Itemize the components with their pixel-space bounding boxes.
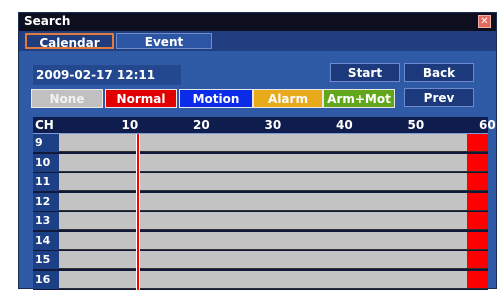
tab-bar: Calendar Event: [19, 31, 496, 51]
timeline-header: CH 10 20 30 40 50 60: [33, 117, 496, 134]
channel-label: 11: [33, 173, 59, 191]
prev-button[interactable]: Prev: [404, 88, 474, 107]
date-time-display: 2009-02-17 12:11: [33, 65, 181, 85]
channel-label: 10: [33, 153, 59, 172]
timeline-row[interactable]: 15: [33, 251, 488, 269]
tick-label: 10: [121, 118, 139, 132]
tab-calendar[interactable]: Calendar: [25, 33, 114, 50]
legend-arm-mot: Arm+Mot: [323, 89, 395, 108]
channel-timeline-bar[interactable]: [59, 270, 488, 289]
legend-none: None: [31, 89, 103, 108]
timeline-row[interactable]: 11: [33, 173, 488, 191]
timeline-row[interactable]: 10: [33, 153, 488, 172]
window-title: Search: [24, 14, 71, 28]
timeline-row[interactable]: 14: [33, 231, 488, 250]
channel-timeline-bar[interactable]: [59, 251, 488, 269]
timeline-row[interactable]: 12: [33, 192, 488, 211]
timeline-row[interactable]: 16: [33, 270, 488, 289]
start-button[interactable]: Start: [330, 63, 400, 82]
tick-label: 30: [264, 118, 282, 132]
recording-segment[interactable]: [466, 251, 488, 269]
legend-alarm: Alarm: [253, 89, 323, 108]
channel-timeline-bar[interactable]: [59, 192, 488, 211]
legend-motion: Motion: [179, 89, 253, 108]
tick-label: 50: [407, 118, 425, 132]
channel-label: 9: [33, 134, 59, 152]
close-icon[interactable]: ✕: [478, 15, 491, 28]
tick-label: 60: [479, 118, 496, 132]
title-bar: Search ✕: [19, 13, 496, 31]
time-marker[interactable]: [135, 134, 140, 290]
channel-label: 13: [33, 212, 59, 230]
recording-segment[interactable]: [466, 173, 488, 191]
recording-segment[interactable]: [466, 134, 488, 152]
recording-segment[interactable]: [466, 153, 488, 172]
recording-segment[interactable]: [466, 192, 488, 211]
recording-segment[interactable]: [466, 212, 488, 230]
legend-normal: Normal: [105, 89, 177, 108]
channel-label: 12: [33, 192, 59, 211]
channel-timeline-bar[interactable]: [59, 231, 488, 250]
channel-timeline-bar[interactable]: [59, 173, 488, 191]
channel-timeline-bar[interactable]: [59, 153, 488, 172]
tick-label: 20: [193, 118, 210, 132]
tick-label: 40: [336, 118, 353, 132]
recording-segment[interactable]: [466, 270, 488, 289]
channel-label: 16: [33, 270, 59, 289]
tab-event[interactable]: Event: [116, 33, 212, 49]
search-window: Search ✕ Calendar Event 2009-02-17 12:11…: [18, 12, 497, 290]
channel-label: 14: [33, 231, 59, 250]
timeline-row[interactable]: 9: [33, 134, 488, 152]
recording-segment[interactable]: [466, 231, 488, 250]
back-button[interactable]: Back: [404, 63, 474, 82]
timeline-row[interactable]: 13: [33, 212, 488, 230]
timeline-grid[interactable]: CH 10 20 30 40 50 60 9 10 11 12 13 14 15 16: [33, 117, 496, 290]
channel-timeline-bar[interactable]: [59, 212, 488, 230]
channel-label: 15: [33, 251, 59, 269]
channel-timeline-bar[interactable]: [59, 134, 488, 152]
channel-header-label: CH: [35, 118, 54, 132]
